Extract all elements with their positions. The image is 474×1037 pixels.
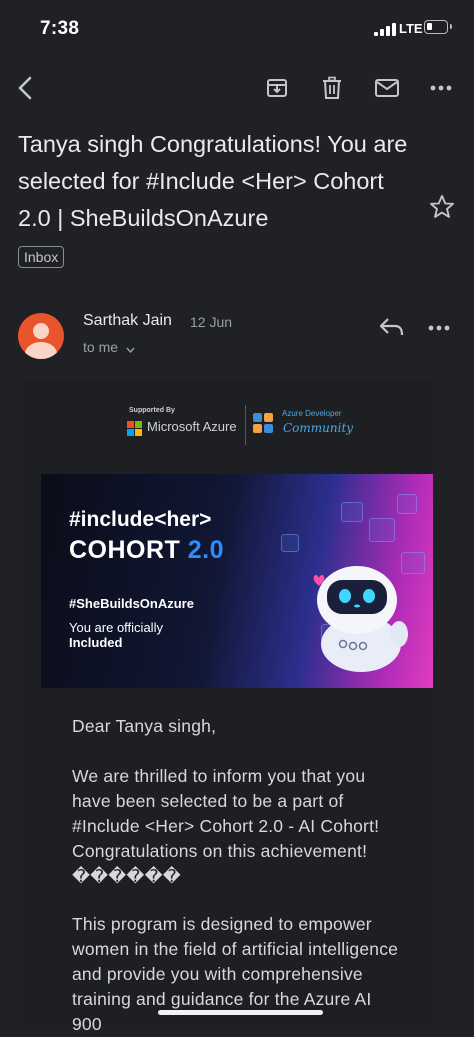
sponsor-logos: Supported By Microsoft Azure Azure Devel…	[127, 403, 377, 447]
body-paragraph-2: This program is designed to empower wome…	[72, 914, 399, 1034]
more-icon[interactable]	[421, 66, 461, 110]
body-paragraph-1: We are thrilled to inform you that you h…	[72, 766, 380, 886]
signal-icon	[374, 23, 396, 36]
greeting-text: Dear Tanya singh,	[72, 716, 217, 736]
azure-developer-text: Azure Developer	[282, 409, 342, 418]
email-body: Supported By Microsoft Azure Azure Devel…	[17, 379, 433, 1034]
officially-included-text: You are officially Included	[69, 620, 163, 650]
cohort-word: COHORT	[69, 536, 181, 564]
home-indicator[interactable]	[158, 1010, 323, 1015]
sender-name: Sarthak Jain	[83, 312, 172, 329]
include-her-title: #include<her>	[69, 508, 212, 531]
recipient-details[interactable]: to me	[83, 339, 135, 356]
battery-icon	[424, 20, 452, 34]
email-subject: Tanya singh Congratulations! You are sel…	[18, 131, 408, 231]
back-arrow-icon[interactable]	[6, 66, 46, 110]
email-toolbar	[0, 66, 474, 110]
hashtag-text: #SheBuildsOnAzure	[69, 596, 194, 611]
inbox-label[interactable]: Inbox	[18, 246, 65, 268]
microsoft-azure-text: Microsoft Azure	[147, 419, 237, 434]
cohort-title: COHORT 2.0	[69, 536, 224, 565]
status-bar: 7:38 LTE	[0, 0, 474, 58]
logo-divider	[245, 405, 246, 445]
star-icon[interactable]	[428, 193, 456, 221]
avatar[interactable]	[18, 313, 64, 359]
cohort-version: 2.0	[187, 536, 225, 564]
chevron-down-icon	[126, 340, 135, 356]
recipient-label: to me	[83, 339, 119, 355]
delete-icon[interactable]	[312, 66, 352, 110]
included-line: Included	[69, 635, 123, 650]
archive-icon[interactable]	[257, 66, 297, 110]
supported-by-label: Supported By	[129, 407, 175, 414]
email-date: 12 Jun	[190, 314, 233, 330]
officially-line: You are officially	[69, 620, 163, 635]
status-time: 7:38	[40, 18, 80, 39]
message-more-icon[interactable]	[428, 318, 456, 334]
microsoft-logo-icon	[127, 421, 143, 437]
cohort-banner: #include<her> COHORT 2.0 #SheBuildsOnAzu…	[41, 474, 433, 688]
mark-unread-icon[interactable]	[367, 66, 407, 110]
robot-illustration	[303, 556, 413, 674]
reply-icon[interactable]	[378, 314, 406, 340]
network-type: LTE	[399, 21, 423, 36]
azure-community-logo-icon	[253, 413, 275, 435]
community-text: Community	[283, 421, 354, 435]
